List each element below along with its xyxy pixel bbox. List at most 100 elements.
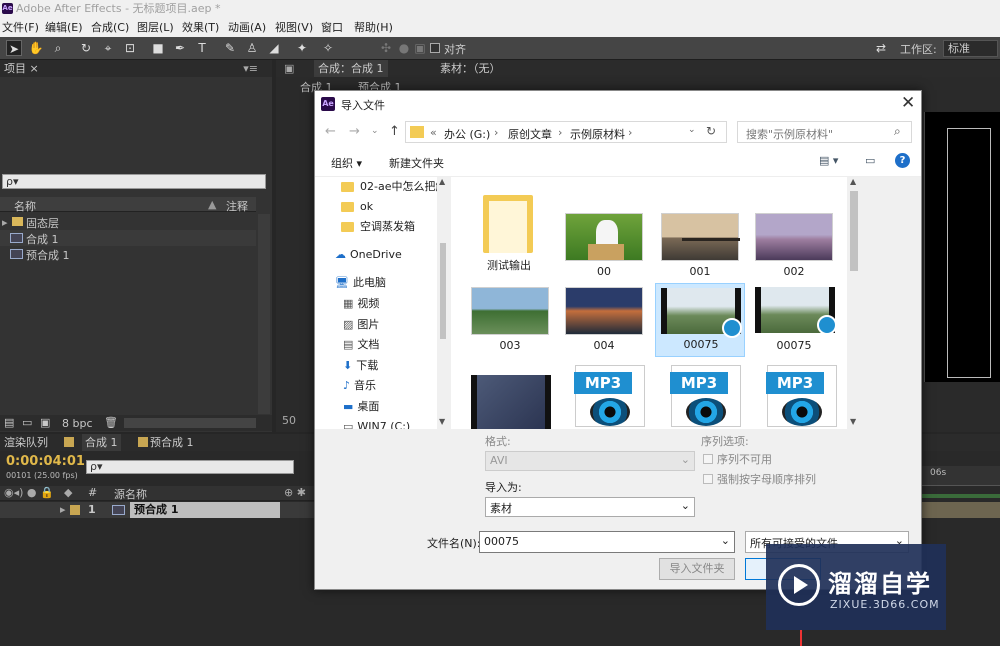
recent-chevron-icon[interactable]: ⌄ bbox=[371, 126, 379, 136]
nav-item-folder[interactable]: 空调蒸发箱 bbox=[341, 217, 415, 237]
nav-item-drive-c[interactable]: ▭ WIN7 (C:) bbox=[343, 417, 410, 429]
refresh-icon[interactable]: ↻ bbox=[706, 124, 716, 138]
address-bar[interactable]: « 办公 (G:) › 原创文章 › 示例原材料 › ⌄ ↻ bbox=[405, 121, 727, 143]
nav-item-downloads[interactable]: ⬇ 下载 bbox=[343, 356, 378, 376]
bit-depth-button[interactable]: 8 bpc bbox=[62, 417, 93, 430]
up-arrow-icon[interactable]: ↑ bbox=[389, 124, 400, 139]
close-icon[interactable]: ✕ bbox=[901, 93, 915, 113]
file-item-folder[interactable]: 测试输出 bbox=[481, 189, 537, 272]
sync-icon[interactable]: ⇄ bbox=[872, 40, 890, 56]
precomp1-timeline-tab[interactable]: 预合成 1 bbox=[150, 434, 194, 451]
layer-row[interactable]: ▸ 1 预合成 1 bbox=[0, 502, 316, 518]
new-folder-button[interactable]: 新建文件夹 bbox=[389, 155, 444, 171]
file-mp3[interactable]: MP3 bbox=[670, 365, 741, 427]
search-box[interactable]: 搜索"示例原材料" ⌕ bbox=[737, 121, 912, 143]
axis-view-icon[interactable]: ▣ bbox=[412, 40, 428, 56]
project-item-precomp1[interactable]: 预合成 1 bbox=[0, 246, 256, 262]
brush-tool-icon[interactable]: ✎ bbox=[222, 40, 238, 56]
file-thumbnail-dog[interactable] bbox=[565, 213, 643, 261]
nav-item-this-pc[interactable]: 🖥 此电脑 bbox=[335, 273, 386, 293]
expand-arrow-icon[interactable]: ▸ bbox=[60, 503, 66, 516]
new-folder-icon[interactable]: ▭ bbox=[22, 416, 32, 429]
import-as-select[interactable]: 素材 ⌄ bbox=[485, 497, 695, 517]
text-tool-icon[interactable]: T bbox=[194, 40, 210, 56]
file-thumbnail-lake[interactable] bbox=[755, 213, 833, 261]
selection-tool-icon[interactable]: ➤ bbox=[6, 40, 22, 56]
layer-label-color[interactable] bbox=[70, 505, 80, 515]
interpret-footage-icon[interactable]: ▤ bbox=[4, 416, 14, 429]
breadcrumb-drive[interactable]: 办公 (G:) bbox=[444, 126, 490, 142]
project-h-scrollbar[interactable] bbox=[124, 418, 256, 428]
lock-icon[interactable]: ▣ bbox=[284, 60, 294, 77]
import-folder-button[interactable]: 导入文件夹 bbox=[659, 558, 735, 580]
render-queue-tab[interactable]: 渲染队列 bbox=[4, 434, 48, 451]
puppet-tool-icon[interactable]: ✧ bbox=[320, 40, 336, 56]
scroll-down-icon[interactable]: ▼ bbox=[439, 417, 445, 426]
rectangle-tool-icon[interactable]: ■ bbox=[150, 40, 166, 56]
work-area-bar[interactable] bbox=[922, 494, 1000, 498]
breadcrumb-current[interactable]: 示例原材料 bbox=[570, 126, 625, 142]
search-icon[interactable]: ⌕ bbox=[894, 124, 901, 139]
nav-item-folder[interactable]: ok bbox=[341, 197, 373, 217]
breadcrumb-folder[interactable]: 原创文章 bbox=[508, 126, 552, 142]
column-comment[interactable]: 注释 bbox=[226, 198, 248, 214]
file-thumbnail-pier[interactable] bbox=[661, 213, 740, 261]
axis-mode-icon[interactable]: ✣ bbox=[378, 40, 394, 56]
rotate-tool-icon[interactable]: ↻ bbox=[78, 40, 94, 56]
preview-pane-icon[interactable]: ▭ bbox=[865, 154, 875, 167]
video-film-thumbnail[interactable] bbox=[471, 375, 551, 429]
menu-file[interactable]: 文件(F) bbox=[2, 18, 39, 37]
composition-tab[interactable]: 合成：合成 1 bbox=[314, 60, 388, 77]
clone-stamp-tool-icon[interactable]: ♙ bbox=[244, 40, 260, 56]
panel-menu-icon[interactable]: ▾≡ bbox=[243, 60, 258, 77]
chevron-down-icon[interactable]: ⌄ bbox=[721, 534, 730, 547]
project-item-comp1[interactable]: 合成 1 bbox=[0, 230, 256, 246]
expand-arrow-icon[interactable]: ▸ bbox=[2, 216, 8, 229]
hand-tool-icon[interactable]: ✋ bbox=[28, 40, 44, 56]
pen-tool-icon[interactable]: ✒ bbox=[172, 40, 188, 56]
menu-edit[interactable]: 编辑(E) bbox=[45, 18, 83, 37]
file-thumbnail-forest[interactable] bbox=[471, 287, 549, 335]
trash-icon[interactable]: 🗑 bbox=[104, 416, 118, 429]
breadcrumb-overflow[interactable]: « bbox=[430, 126, 437, 139]
sequence-checkbox[interactable] bbox=[703, 454, 713, 464]
file-scroll-thumb[interactable] bbox=[850, 191, 858, 271]
project-scrollbar[interactable] bbox=[258, 214, 270, 414]
menu-view[interactable]: 视图(V) bbox=[275, 18, 313, 37]
file-mp3[interactable]: MP3 bbox=[766, 365, 837, 427]
new-comp-icon[interactable]: ▣ bbox=[40, 416, 50, 429]
comp-viewer[interactable] bbox=[924, 112, 1000, 382]
view-options-icon[interactable]: ▤ ▾ bbox=[819, 154, 838, 167]
menu-help[interactable]: 帮助(H) bbox=[354, 18, 393, 37]
file-item-selected[interactable]: 00075 bbox=[655, 283, 745, 357]
pan-behind-tool-icon[interactable]: ⊡ bbox=[122, 40, 138, 56]
nav-item-desktop[interactable]: ▬ 桌面 bbox=[343, 397, 379, 417]
menu-window[interactable]: 窗口 bbox=[321, 18, 343, 37]
playhead-marker[interactable] bbox=[800, 630, 802, 646]
file-thumbnail-sunset[interactable] bbox=[565, 287, 643, 335]
file-mp3[interactable]: MP3 bbox=[574, 365, 645, 427]
current-timecode[interactable]: 0:00:04:01 bbox=[6, 454, 85, 469]
scroll-down-icon[interactable]: ▼ bbox=[850, 417, 856, 426]
comp1-timeline-tab[interactable]: 合成 1 bbox=[82, 434, 121, 451]
scroll-up-icon[interactable]: ▲ bbox=[850, 177, 856, 186]
roto-brush-tool-icon[interactable]: ✦ bbox=[294, 40, 310, 56]
workspace-select[interactable]: 标准 bbox=[943, 40, 998, 57]
project-tab[interactable]: 项目 × ▾≡ bbox=[0, 60, 272, 77]
nav-item-documents[interactable]: ▤ 文档 bbox=[343, 335, 379, 355]
snap-checkbox[interactable] bbox=[430, 43, 440, 53]
filename-input[interactable]: 00075 ⌄ bbox=[479, 531, 735, 553]
organize-button[interactable]: 组织 ▾ bbox=[331, 155, 362, 171]
menu-effect[interactable]: 效果(T) bbox=[182, 18, 219, 37]
nav-item-onedrive[interactable]: ☁ OneDrive bbox=[335, 245, 402, 265]
axis-world-icon[interactable]: ● bbox=[396, 40, 412, 56]
nav-item-music[interactable]: ♪ 音乐 bbox=[343, 376, 376, 396]
format-select[interactable]: AVI ⌄ bbox=[485, 451, 695, 471]
camera-tool-icon[interactable]: ⌖ bbox=[100, 40, 116, 56]
time-ruler[interactable]: 06s bbox=[922, 466, 1000, 486]
zoom-tool-icon[interactable]: ⌕ bbox=[50, 40, 66, 56]
force-alphabetical-checkbox[interactable] bbox=[703, 474, 713, 484]
menu-animation[interactable]: 动画(A) bbox=[228, 18, 266, 37]
project-search-input[interactable]: ρ▾ bbox=[2, 174, 266, 189]
project-item-solids[interactable]: ▸ 固态层 bbox=[0, 214, 256, 230]
